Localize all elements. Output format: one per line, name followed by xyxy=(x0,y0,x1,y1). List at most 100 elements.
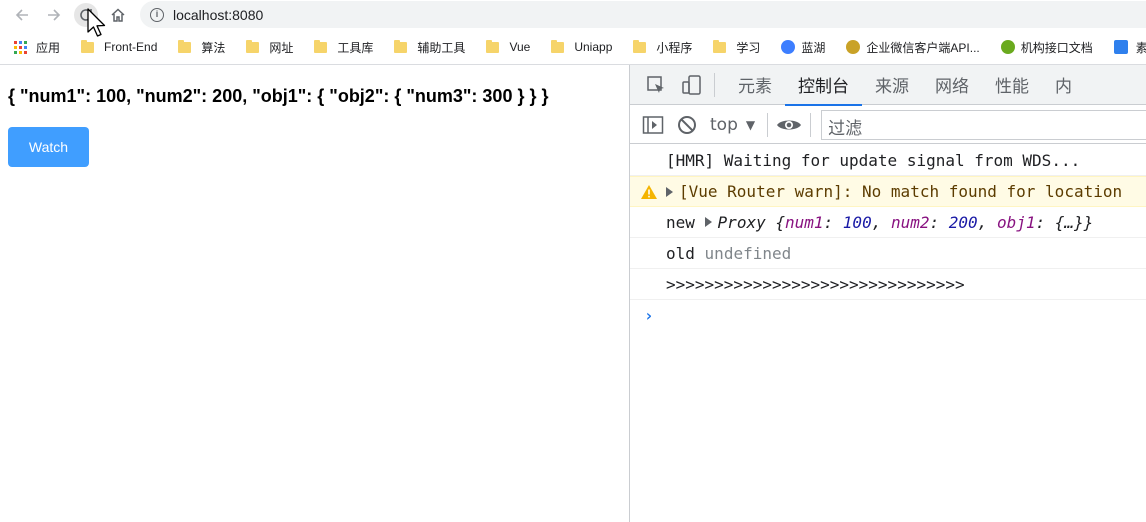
toolbar-separator xyxy=(810,112,812,137)
tab-memory-truncated[interactable]: 内 xyxy=(1042,65,1085,105)
bookmarks-bar: 应用 Front-End 算法 网址 工具库 辅助工具 Vue Uniapp 小… xyxy=(0,31,1146,63)
bookmark-label: 蓝湖 xyxy=(801,40,826,55)
devtools-panel: 元素 控制台 来源 网络 性能 内 top ▼ 过滤 [HMR] Waiting… xyxy=(629,65,1146,522)
live-expression-eye-icon[interactable] xyxy=(772,106,806,144)
home-button[interactable] xyxy=(106,3,130,27)
console-message-new[interactable]: new Proxy {num1: 100, num2: 200, obj1: {… xyxy=(630,207,1146,238)
toolbar-separator xyxy=(767,112,769,137)
clear-console-icon[interactable] xyxy=(670,106,704,144)
bookmark-vue[interactable]: Vue xyxy=(486,35,539,59)
folder-icon xyxy=(551,39,565,53)
tab-sources[interactable]: 来源 xyxy=(862,65,922,105)
warning-icon xyxy=(641,184,657,199)
bookmark-label: 应用 xyxy=(36,40,61,55)
folder-icon xyxy=(633,39,647,53)
proxy-value-1: 100 xyxy=(842,212,872,232)
home-icon xyxy=(111,8,125,22)
bookmark-websites[interactable]: 网址 xyxy=(246,35,302,59)
console-toolbar: top ▼ 过滤 xyxy=(630,106,1146,144)
bookmark-label: Vue xyxy=(509,40,531,54)
bookmark-label: 工具库 xyxy=(337,40,374,55)
bookmark-label: Front-End xyxy=(104,40,158,54)
old-value: undefined xyxy=(704,243,792,263)
folder-icon xyxy=(178,39,192,53)
proxy-value-2: 200 xyxy=(948,212,978,232)
folder-icon xyxy=(713,39,727,53)
console-message-arrows: >>>>>>>>>>>>>>>>>>>>>>>>>>>>>>> xyxy=(630,269,1146,300)
tab-network[interactable]: 网络 xyxy=(922,65,982,105)
tab-console[interactable]: 控制台 xyxy=(785,65,862,106)
context-selector[interactable]: top ▼ xyxy=(704,115,763,135)
bookmark-lanhu[interactable]: 蓝湖 xyxy=(781,35,834,59)
material-icon xyxy=(1113,40,1128,54)
inspect-element-icon[interactable] xyxy=(638,65,674,105)
sidebar-toggle-icon[interactable] xyxy=(636,106,670,144)
proxy-key-3: obj1 xyxy=(996,212,1036,232)
bookmark-label: 企业微信客户端API... xyxy=(866,40,980,55)
folder-icon xyxy=(314,39,328,53)
tab-performance[interactable]: 性能 xyxy=(982,65,1042,105)
bookmark-label: 机构接口文档 xyxy=(1020,40,1093,55)
console-message-hmr: [HMR] Waiting for update signal from WDS… xyxy=(630,145,1146,176)
bookmark-uniapp[interactable]: Uniapp xyxy=(551,35,621,59)
bookmark-label: Uniapp xyxy=(574,40,613,54)
browser-toolbar: i localhost:8080 xyxy=(0,0,1146,30)
bookmark-material[interactable]: 素材 xyxy=(1113,35,1146,59)
lanhu-icon xyxy=(781,40,796,54)
back-button[interactable] xyxy=(10,3,34,27)
address-bar[interactable]: i localhost:8080 xyxy=(140,1,1146,28)
bookmark-wecom-api[interactable]: 企业微信客户端API... xyxy=(846,35,988,59)
console-message-old: old undefined xyxy=(630,238,1146,269)
prompt-chevron-icon: › xyxy=(644,305,654,325)
bookmark-tool-library[interactable]: 工具库 xyxy=(314,35,382,59)
api-doc-icon xyxy=(1000,40,1015,54)
tab-separator xyxy=(714,72,715,97)
page-viewport: { "num1": 100, "num2": 200, "obj1": { "o… xyxy=(0,65,629,522)
mouse-cursor-icon xyxy=(87,8,106,37)
bookmark-label: 算法 xyxy=(201,40,226,55)
devtools-tab-bar: 元素 控制台 来源 网络 性能 内 xyxy=(630,65,1146,106)
proxy-value-3: {…} xyxy=(1054,212,1084,232)
bookmark-aux-tools[interactable]: 辅助工具 xyxy=(394,35,474,59)
bookmark-label: 素材 xyxy=(1135,40,1146,55)
bookmark-algorithm[interactable]: 算法 xyxy=(178,35,234,59)
folder-icon xyxy=(486,39,500,53)
proxy-key-1: num1 xyxy=(785,212,824,232)
console-filter-input[interactable]: 过滤 xyxy=(821,109,1146,140)
json-output: { "num1": 100, "num2": 200, "obj1": { "o… xyxy=(8,86,549,106)
context-label: top xyxy=(710,114,738,135)
bookmark-label: 小程序 xyxy=(656,40,693,55)
proxy-key-2: num2 xyxy=(890,212,930,232)
bookmark-label: 辅助工具 xyxy=(417,40,466,55)
apps-grid-icon xyxy=(14,40,27,54)
folder-icon xyxy=(394,39,408,53)
forward-button[interactable] xyxy=(42,3,66,27)
bookmark-front-end[interactable]: Front-End xyxy=(81,35,166,59)
watch-button[interactable]: Watch xyxy=(8,127,89,167)
folder-icon xyxy=(81,39,95,53)
back-arrow-icon xyxy=(15,9,28,21)
bookmark-api-doc[interactable]: 机构接口文档 xyxy=(1000,35,1102,59)
console-prompt[interactable]: › xyxy=(630,300,1146,330)
folder-icon xyxy=(246,39,260,53)
bookmark-label: 网址 xyxy=(269,40,294,55)
wecom-icon xyxy=(846,40,861,54)
expand-triangle-icon[interactable] xyxy=(666,186,673,197)
bookmark-apps[interactable]: 应用 xyxy=(14,35,69,59)
console-message-warning[interactable]: [Vue Router warn]: No match found for lo… xyxy=(630,176,1146,207)
site-info-icon[interactable]: i xyxy=(150,7,164,22)
chevron-down-icon: ▼ xyxy=(745,117,756,132)
warning-text: [Vue Router warn]: No match found for lo… xyxy=(679,182,1123,201)
bookmark-mini-program[interactable]: 小程序 xyxy=(633,35,701,59)
bookmark-study[interactable]: 学习 xyxy=(713,35,769,59)
expand-triangle-icon[interactable] xyxy=(704,217,712,227)
proxy-open-brace: { xyxy=(775,212,785,232)
tab-elements[interactable]: 元素 xyxy=(725,65,785,105)
proxy-name: Proxy xyxy=(717,212,766,232)
old-label: old xyxy=(666,243,695,263)
bookmark-label: 学习 xyxy=(736,40,761,55)
forward-arrow-icon xyxy=(48,9,61,21)
proxy-close-brace: } xyxy=(1083,212,1094,232)
device-toolbar-icon[interactable] xyxy=(674,65,710,105)
url-text: localhost:8080 xyxy=(173,6,264,23)
